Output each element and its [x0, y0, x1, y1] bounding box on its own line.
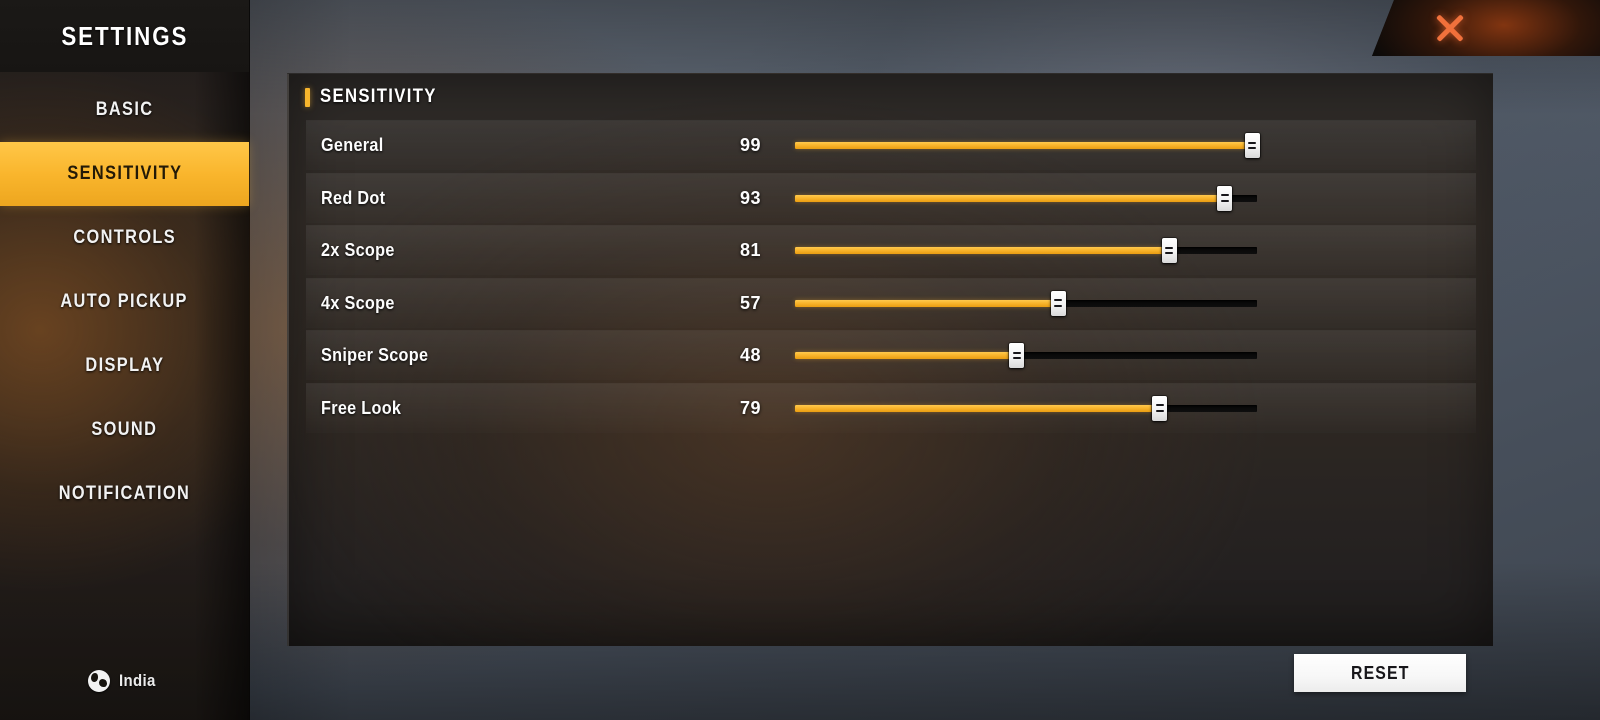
- close-button[interactable]: [1372, 0, 1600, 56]
- sensitivity-slider[interactable]: [795, 343, 1257, 369]
- slider-fill: [795, 299, 1059, 307]
- sensitivity-row-label: Free Look: [321, 397, 402, 418]
- sensitivity-slider[interactable]: [795, 238, 1257, 264]
- reset-button-label: RESET: [1350, 662, 1410, 683]
- sidebar-item-label: BASIC: [95, 99, 154, 120]
- sidebar-item-sound[interactable]: SOUND: [0, 398, 249, 462]
- handle-grip-line: [1012, 357, 1021, 360]
- sidebar-item-auto-pickup[interactable]: AUTO PICKUP: [0, 270, 249, 334]
- sensitivity-slider[interactable]: [795, 395, 1257, 421]
- sensitivity-row: Free Look 79: [306, 382, 1476, 433]
- slider-handle[interactable]: [1244, 133, 1260, 158]
- slider-handle[interactable]: [1009, 343, 1025, 368]
- sensitivity-row-value: 93: [739, 187, 761, 208]
- sensitivity-row-value: 57: [739, 292, 761, 313]
- handle-grip-line: [1155, 409, 1164, 412]
- sensitivity-row-label: Red Dot: [321, 187, 386, 208]
- sensitivity-row: General 99: [306, 120, 1476, 170]
- slider-fill: [795, 194, 1225, 202]
- slider-handle[interactable]: [1152, 395, 1168, 421]
- sensitivity-row-value: 99: [739, 135, 761, 155]
- globe-icon: [88, 670, 111, 692]
- sensitivity-row-label: 4x Scope: [321, 292, 395, 313]
- sensitivity-row-label: Sniper Scope: [321, 345, 429, 365]
- handle-grip-line: [1054, 299, 1063, 302]
- sensitivity-row: Sniper Scope 48: [306, 330, 1476, 380]
- sensitivity-slider[interactable]: [795, 185, 1257, 211]
- sidebar-item-label: CONTROLS: [73, 227, 176, 248]
- accent-bar-icon: [305, 87, 310, 107]
- sensitivity-panel: SENSITIVITY General 99 Red Dot 93 2x Scope 81…: [287, 73, 1493, 646]
- handle-grip-line: [1248, 141, 1257, 144]
- sensitivity-row-list: General 99 Red Dot 93 2x Scope 81 4x Scope 57 Sn…: [289, 120, 1493, 433]
- panel-header: SENSITIVITY: [289, 74, 1493, 120]
- handle-grip-line: [1248, 147, 1257, 150]
- handle-grip-line: [1054, 304, 1063, 307]
- panel-title: SENSITIVITY: [320, 86, 437, 107]
- settings-sidebar: SETTINGS BASIC SENSITIVITY CONTROLS AUTO PI…: [0, 0, 250, 720]
- slider-handle[interactable]: [1161, 238, 1177, 263]
- slider-handle[interactable]: [1217, 185, 1233, 211]
- slider-fill: [795, 352, 1017, 359]
- sidebar-item-sensitivity[interactable]: SENSITIVITY: [0, 142, 249, 206]
- sidebar-item-label: NOTIFICATION: [58, 483, 191, 504]
- sidebar-item-label: SOUND: [91, 419, 158, 440]
- slider-handle[interactable]: [1050, 290, 1066, 316]
- handle-grip-line: [1165, 252, 1174, 255]
- sensitivity-row: 4x Scope 57: [306, 277, 1476, 328]
- handle-grip-line: [1155, 404, 1164, 407]
- close-icon: [1433, 11, 1467, 45]
- sidebar-item-label: DISPLAY: [85, 355, 164, 376]
- sensitivity-slider[interactable]: [795, 290, 1257, 316]
- sensitivity-row-value: 81: [739, 240, 761, 260]
- handle-grip-line: [1165, 246, 1174, 249]
- sidebar-item-label: SENSITIVITY: [66, 163, 182, 184]
- sensitivity-row-value: 79: [739, 397, 761, 418]
- page-title: SETTINGS: [61, 20, 188, 51]
- sidebar-item-notification[interactable]: NOTIFICATION: [0, 462, 249, 526]
- slider-fill: [795, 142, 1253, 149]
- slider-fill: [795, 404, 1160, 412]
- sensitivity-row-label: General: [321, 135, 384, 155]
- sidebar-item-display[interactable]: DISPLAY: [0, 334, 249, 398]
- handle-grip-line: [1220, 194, 1229, 197]
- sidebar-nav-list: BASIC SENSITIVITY CONTROLS AUTO PICKUP DISPL…: [0, 72, 249, 526]
- sensitivity-row-value: 48: [739, 345, 761, 365]
- handle-grip-line: [1220, 199, 1229, 202]
- sensitivity-row-label: 2x Scope: [321, 240, 395, 260]
- sidebar-item-label: AUTO PICKUP: [60, 291, 189, 312]
- sidebar-header: SETTINGS: [0, 0, 249, 72]
- sidebar-item-controls[interactable]: CONTROLS: [0, 206, 249, 270]
- region-label: India: [119, 671, 156, 690]
- slider-fill: [795, 247, 1170, 254]
- sensitivity-row: 2x Scope 81: [306, 225, 1476, 275]
- sensitivity-row: Red Dot 93: [306, 172, 1476, 223]
- sensitivity-slider[interactable]: [795, 133, 1260, 159]
- sidebar-item-basic[interactable]: BASIC: [0, 78, 249, 142]
- region-indicator[interactable]: India: [0, 670, 249, 692]
- reset-button[interactable]: RESET: [1294, 654, 1466, 692]
- handle-grip-line: [1012, 351, 1021, 354]
